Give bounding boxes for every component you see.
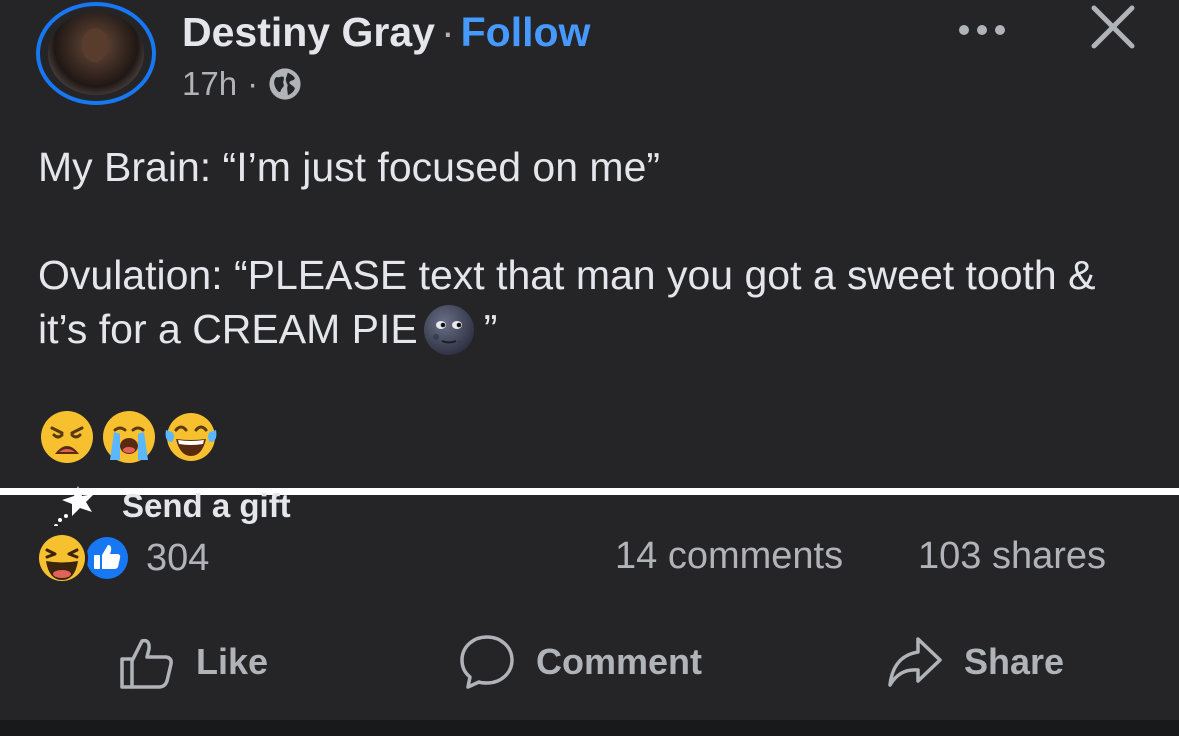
reactions-summary[interactable]: 304 bbox=[34, 530, 209, 586]
face-with-tears-of-joy-icon bbox=[165, 413, 217, 461]
author-name[interactable]: Destiny Gray bbox=[182, 9, 435, 55]
haha-reaction-icon bbox=[36, 532, 88, 584]
more-options-icon[interactable] bbox=[952, 8, 1012, 48]
thumbs-up-icon bbox=[120, 638, 173, 689]
emoji-row bbox=[38, 408, 220, 466]
share-arrow-icon bbox=[888, 637, 942, 687]
comment-bubble-icon bbox=[460, 635, 514, 689]
gift-sparkle-icon bbox=[54, 486, 94, 526]
loudly-crying-face-icon bbox=[103, 411, 155, 463]
post-time[interactable]: 17h bbox=[182, 64, 237, 104]
send-gift-label: Send a gift bbox=[122, 487, 291, 524]
share-label: Share bbox=[964, 641, 1065, 682]
send-gift-button[interactable]: Send a gift bbox=[52, 486, 291, 526]
post-text-line2-body: Ovulation: “PLEASE text that man you got… bbox=[38, 252, 1096, 352]
comment-button[interactable]: Comment bbox=[458, 632, 702, 692]
avatar[interactable] bbox=[48, 12, 144, 95]
share-button[interactable]: Share bbox=[886, 632, 1064, 692]
like-label: Like bbox=[196, 641, 269, 682]
weary-face-icon bbox=[41, 411, 93, 463]
follow-button[interactable]: Follow bbox=[461, 9, 591, 55]
new-moon-face-emoji-icon bbox=[423, 305, 474, 355]
shares-count[interactable]: 103 shares bbox=[918, 535, 1106, 578]
reaction-count: 304 bbox=[146, 536, 210, 579]
post-header: Destiny Gray · Follow bbox=[182, 8, 590, 56]
close-icon[interactable] bbox=[1088, 4, 1138, 50]
meta-separator: · bbox=[247, 65, 259, 102]
comments-count[interactable]: 14 comments bbox=[615, 535, 843, 578]
bottom-bar bbox=[0, 720, 1179, 736]
post-meta: 17h · bbox=[182, 64, 302, 104]
name-separator: · bbox=[440, 9, 455, 55]
like-button[interactable]: Like bbox=[118, 632, 268, 692]
post-text-line1: My Brain: “I’m just focused on me” bbox=[38, 144, 661, 190]
post-text-line2-close: ” bbox=[483, 306, 498, 352]
comment-label: Comment bbox=[536, 641, 703, 682]
post-body: My Brain: “I’m just focused on me” Ovula… bbox=[38, 140, 1138, 357]
post-text-line2: Ovulation: “PLEASE text that man you got… bbox=[38, 248, 1138, 357]
globe-icon bbox=[269, 68, 301, 100]
